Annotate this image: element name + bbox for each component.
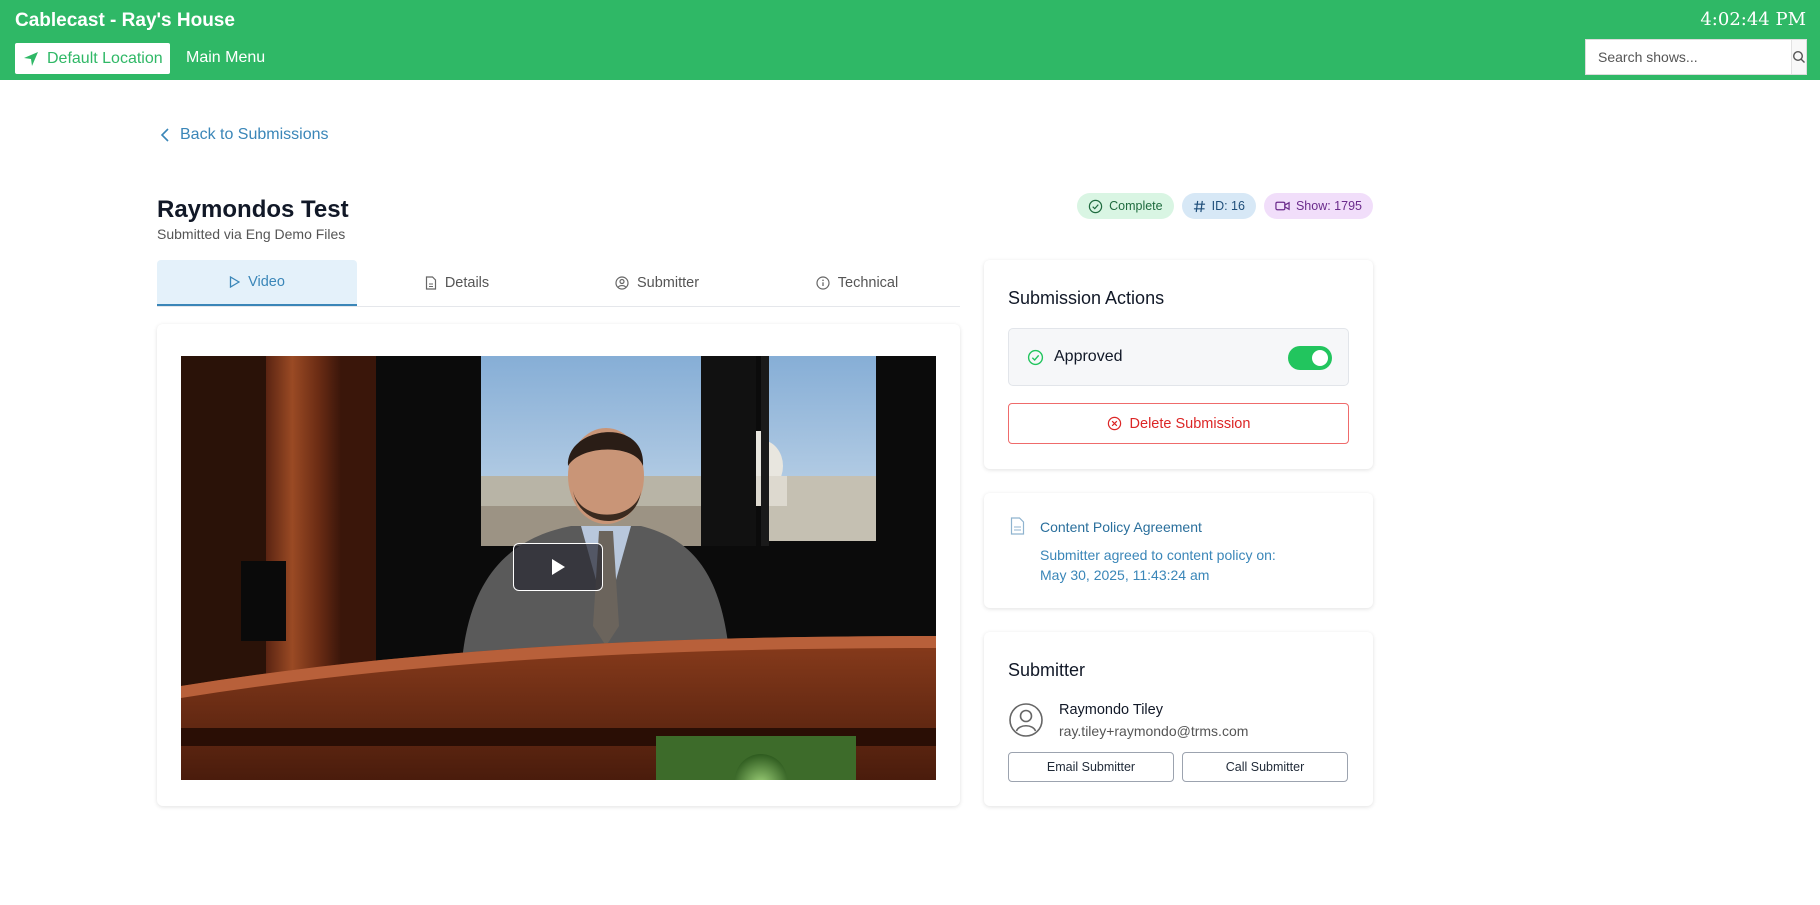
location-label: Default Location xyxy=(47,49,163,67)
approved-row: Approved xyxy=(1008,328,1349,386)
delete-label: Delete Submission xyxy=(1129,415,1251,432)
check-circle-icon xyxy=(1088,199,1103,213)
show-badge-label: Show: 1795 xyxy=(1295,199,1362,213)
hash-icon xyxy=(1193,200,1205,212)
submitter-email: ray.tiley+raymondo@trms.com xyxy=(1059,723,1249,739)
play-outline-icon xyxy=(229,276,241,288)
approved-label: Approved xyxy=(1054,348,1123,365)
search-box xyxy=(1585,39,1807,75)
tab-label: Technical xyxy=(837,275,899,291)
play-button[interactable] xyxy=(513,543,603,591)
submitter-card: Submitter Raymondo Tiley ray.tiley+raymo… xyxy=(984,632,1373,806)
card-title: Submitter xyxy=(1008,660,1086,680)
location-arrow-icon xyxy=(24,51,38,66)
search-button[interactable] xyxy=(1791,40,1806,74)
video-card xyxy=(157,324,960,806)
policy-date: May 30, 2025, 11:43:24 am xyxy=(1040,567,1210,583)
show-badge: Show: 1795 xyxy=(1263,193,1373,219)
card-title: Submission Actions xyxy=(1008,288,1165,308)
document-icon xyxy=(425,276,436,290)
policy-line-1: Submitter agreed to content policy on: xyxy=(1040,547,1276,563)
content-policy-card: Content Policy Agreement Submitter agree… xyxy=(984,493,1373,608)
video-player[interactable] xyxy=(181,356,936,780)
id-badge: ID: 16 xyxy=(1181,193,1256,219)
x-circle-icon xyxy=(1107,416,1121,431)
search-input[interactable] xyxy=(1586,40,1791,74)
main-menu-link[interactable]: Main Menu xyxy=(186,49,265,67)
status-badge: Complete xyxy=(1077,193,1174,219)
tab-label: Video xyxy=(248,274,285,290)
search-icon xyxy=(1792,50,1805,63)
location-button[interactable]: Default Location xyxy=(15,43,170,74)
tab-submitter[interactable]: Submitter xyxy=(557,260,757,306)
page-title: Raymondos Test xyxy=(157,196,349,223)
user-avatar-icon xyxy=(1009,703,1043,737)
tab-label: Details xyxy=(444,275,490,291)
submission-actions-card: Submission Actions Approved Delete Submi… xyxy=(984,260,1373,469)
play-icon xyxy=(552,559,565,575)
submitter-name: Raymondo Tiley xyxy=(1059,702,1163,718)
tab-label: Submitter xyxy=(636,275,700,291)
badge-group: Complete ID: 16 Show: 1795 xyxy=(1077,193,1373,219)
info-icon xyxy=(816,276,830,290)
page-subtitle: Submitted via Eng Demo Files xyxy=(157,226,346,242)
document-icon xyxy=(1010,517,1025,535)
policy-title: Content Policy Agreement xyxy=(1040,519,1202,535)
video-camera-icon xyxy=(1275,201,1290,211)
check-circle-icon xyxy=(1027,349,1044,365)
tab-bar: Video Details Submitter Technical xyxy=(157,260,960,307)
app-title: Cablecast - Ray's House xyxy=(15,10,235,31)
email-submitter-button[interactable]: Email Submitter xyxy=(1008,752,1174,782)
back-label: Back to Submissions xyxy=(180,126,329,143)
call-submitter-button[interactable]: Call Submitter xyxy=(1182,752,1348,782)
policy-text: Submitter agreed to content policy on: M… xyxy=(1040,545,1276,585)
user-circle-icon xyxy=(615,276,629,290)
approved-toggle[interactable] xyxy=(1288,346,1332,370)
top-bar: Cablecast - Ray's House 4:02:44 PM Defau… xyxy=(0,0,1820,80)
status-badge-label: Complete xyxy=(1109,199,1163,213)
tab-technical[interactable]: Technical xyxy=(757,260,957,306)
tab-details[interactable]: Details xyxy=(357,260,557,306)
id-badge-label: ID: 16 xyxy=(1211,199,1245,213)
delete-submission-button[interactable]: Delete Submission xyxy=(1008,403,1349,444)
back-to-submissions-link[interactable]: Back to Submissions xyxy=(160,126,329,144)
tab-video[interactable]: Video xyxy=(157,260,357,306)
chevron-left-icon xyxy=(160,128,169,142)
clock: 4:02:44 PM xyxy=(1700,9,1806,30)
